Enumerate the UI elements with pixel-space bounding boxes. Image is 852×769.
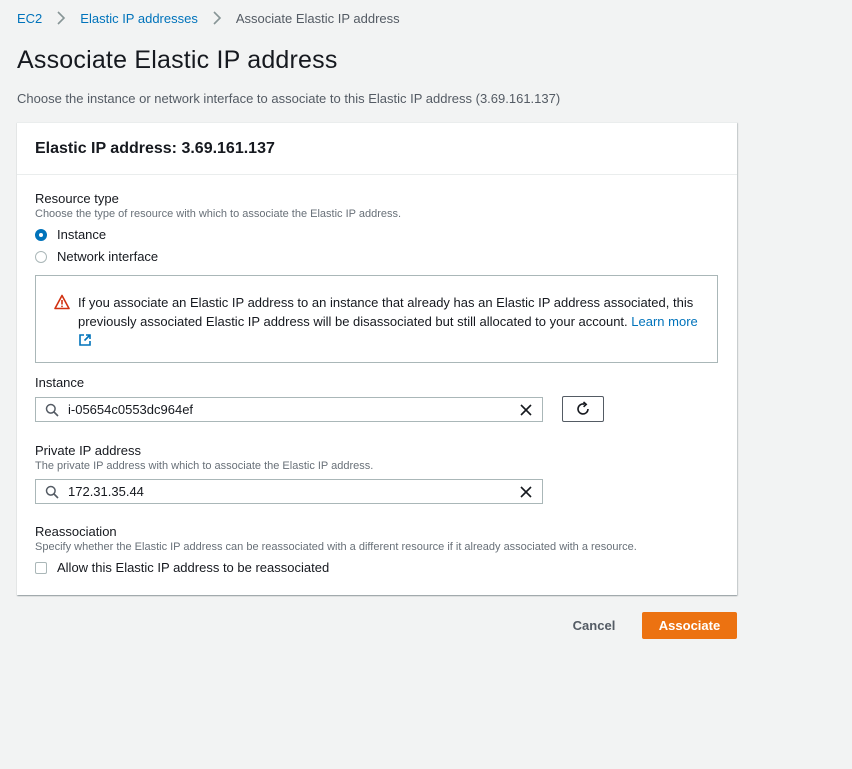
- reassociation-label: Reassociation: [35, 524, 117, 539]
- reassociate-checkbox-label: Allow this Elastic IP address to be reas…: [57, 560, 330, 575]
- associate-button[interactable]: Associate: [642, 612, 737, 639]
- alert-message: If you associate an Elastic IP address t…: [78, 295, 694, 329]
- breadcrumb-ec2[interactable]: EC2: [17, 11, 42, 26]
- reassociation-description: Specify whether the Elastic IP address c…: [35, 541, 637, 553]
- refresh-icon: [575, 401, 591, 417]
- instance-label: Instance: [35, 375, 85, 390]
- refresh-button[interactable]: [562, 396, 604, 422]
- breadcrumb-elastic-ip-addresses[interactable]: Elastic IP addresses: [80, 11, 198, 26]
- reassociate-checkbox[interactable]: [35, 561, 47, 574]
- chevron-right-icon: [206, 10, 228, 26]
- private-ip-label: Private IP address: [35, 443, 141, 458]
- private-ip-value: 172.31.35.44: [68, 484, 144, 499]
- radio-instance[interactable]: Instance: [35, 227, 106, 242]
- cancel-button[interactable]: Cancel: [556, 613, 632, 638]
- warning-alert: If you associate an Elastic IP address t…: [35, 275, 718, 363]
- private-ip-search-input[interactable]: 172.31.35.44: [35, 479, 543, 504]
- instance-search-input[interactable]: i-05654c0553dc964ef: [35, 397, 543, 422]
- external-link-icon[interactable]: [78, 333, 92, 352]
- panel-title: Elastic IP address: 3.69.161.137: [35, 139, 275, 157]
- warning-icon: [54, 294, 70, 310]
- page-title: Associate Elastic IP address: [17, 46, 338, 74]
- breadcrumb-current: Associate Elastic IP address: [235, 10, 400, 26]
- chevron-right-icon: [50, 10, 72, 26]
- clear-icon[interactable]: [519, 403, 533, 417]
- radio-instance-label: Instance: [57, 227, 107, 242]
- reassociate-checkbox-row[interactable]: Allow this Elastic IP address to be reas…: [35, 560, 329, 575]
- learn-more-link[interactable]: Learn more: [631, 314, 697, 329]
- page-description: Choose the instance or network interface…: [17, 91, 561, 106]
- search-icon: [45, 403, 59, 417]
- associate-panel: Elastic IP address: 3.69.161.137 Resourc…: [17, 122, 737, 595]
- resource-type-label: Resource type: [35, 191, 119, 206]
- private-ip-description: The private IP address with which to ass…: [35, 460, 374, 472]
- instance-value: i-05654c0553dc964ef: [68, 402, 194, 417]
- radio-network-interface[interactable]: Network interface: [35, 249, 158, 264]
- clear-icon[interactable]: [519, 485, 533, 499]
- search-icon: [45, 485, 59, 499]
- radio-network-interface-button[interactable]: [35, 250, 47, 263]
- panel-header: Elastic IP address: 3.69.161.137: [17, 123, 737, 175]
- alert-text: If you associate an Elastic IP address t…: [78, 293, 698, 352]
- radio-instance-button[interactable]: [35, 228, 47, 241]
- breadcrumb: EC2 Elastic IP addresses Associate Elast…: [17, 10, 400, 26]
- resource-type-description: Choose the type of resource with which t…: [35, 208, 402, 220]
- radio-network-interface-label: Network interface: [57, 249, 159, 264]
